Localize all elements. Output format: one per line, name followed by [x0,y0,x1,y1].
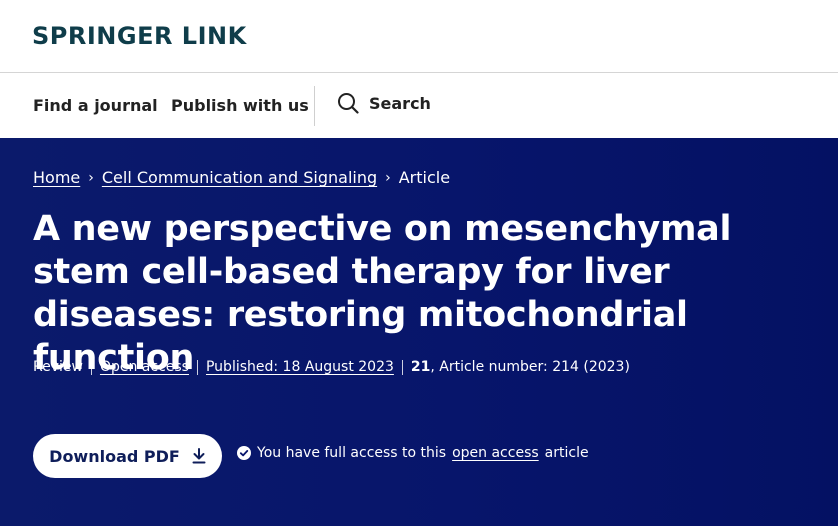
springer-link-logo[interactable]: SPRINGER LINK [32,22,247,50]
breadcrumb-journal-link[interactable]: Cell Communication and Signaling [102,168,377,187]
check-circle-icon [237,446,251,460]
top-header: SPRINGER LINK [0,0,838,73]
meta-divider [196,359,198,375]
meta-divider [401,359,403,375]
published-date-link[interactable]: Published: 18 August 2023 [206,359,394,375]
access-suffix-text: article [544,445,589,461]
chevron-right-icon: › [88,169,94,186]
volume-number: 21 [410,359,431,375]
access-open-access-link[interactable]: open access [452,445,539,461]
article-number: , Article number: 214 (2023) [430,359,630,375]
article-meta: Review Open access Published: 18 August … [33,359,630,375]
breadcrumb-current: Article [398,168,451,187]
search-label: Search [369,93,431,113]
breadcrumb: Home › Cell Communication and Signaling … [33,168,450,187]
download-pdf-label: Download PDF [49,446,180,466]
download-pdf-button[interactable]: Download PDF [33,434,222,478]
nav-find-journal-link[interactable]: Find a journal [33,96,158,115]
chevron-right-icon: › [385,169,391,186]
nav-publish-link[interactable]: Publish with us [171,96,309,115]
breadcrumb-home-link[interactable]: Home [33,168,80,187]
search-icon [338,93,359,114]
access-notice: You have full access to this open access… [237,445,589,461]
search-button[interactable]: Search [337,92,431,114]
download-icon [192,448,206,464]
open-access-link[interactable]: Open access [100,359,189,375]
meta-divider [90,359,92,375]
nav-divider [314,86,315,126]
article-title: A new perspective on mesenchymal stem ce… [33,209,732,378]
access-prefix-text: You have full access to this [257,445,447,461]
main-nav: Find a journal Publish with us Search [0,74,838,137]
article-type: Review [33,359,83,375]
article-hero: Home › Cell Communication and Signaling … [0,138,838,526]
